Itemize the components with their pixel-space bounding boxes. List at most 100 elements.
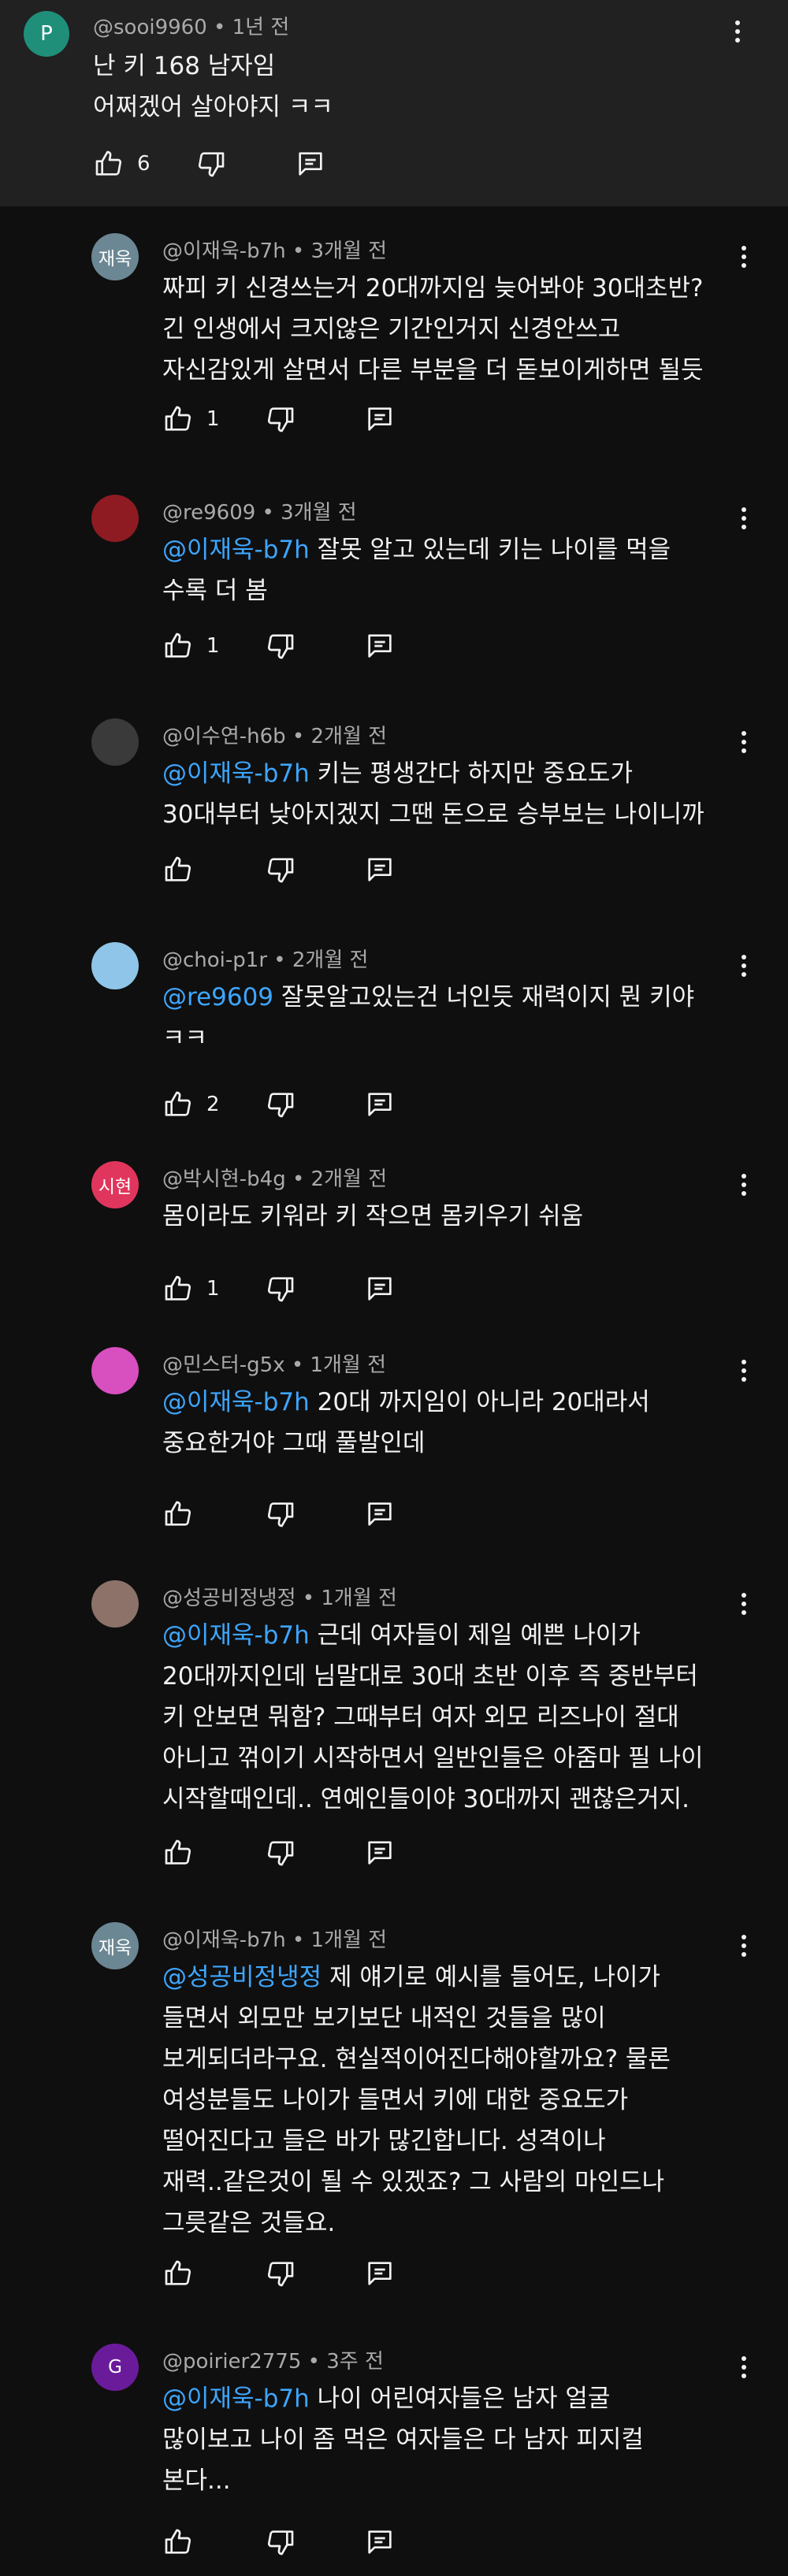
like-button[interactable] <box>162 2525 194 2559</box>
dislike-button[interactable] <box>265 629 296 663</box>
mention-link[interactable]: @성공비정냉정 <box>162 1963 322 1991</box>
like-button[interactable]: 6 <box>93 147 151 181</box>
comment-author-meta[interactable]: @re9609 • 3개월 전 <box>162 496 357 525</box>
mention-link[interactable]: @이재욱-b7h <box>162 1621 310 1650</box>
avatar[interactable]: 재욱 <box>91 233 139 280</box>
mention-link[interactable]: @이재욱-b7h <box>162 536 310 564</box>
more-vert-icon[interactable] <box>738 241 750 273</box>
like-count: 2 <box>206 1093 220 1116</box>
comment-line: 보게되더라구요. 현실적이어진다해야할까요? 물론 <box>162 2039 745 2080</box>
like-button[interactable] <box>162 852 194 887</box>
more-vert-icon[interactable] <box>738 1169 750 1201</box>
comment-author-meta[interactable]: @이수연-h6b • 2개월 전 <box>162 720 387 749</box>
comment-author-meta[interactable]: @sooi9960 • 1년 전 <box>93 11 289 40</box>
like-button[interactable]: 1 <box>162 402 220 436</box>
comment-line-text: 키는 평생간다 하지만 중요도가 <box>309 759 633 788</box>
comment-line: ㅋㅋ <box>162 1018 745 1059</box>
thumbs-up-icon <box>165 633 191 658</box>
comment-line-text: 본다... <box>162 2467 231 2495</box>
more-vert-icon[interactable] <box>738 950 750 982</box>
comment-line-text: 근데 여자들이 제일 예쁜 나이가 <box>309 1621 641 1650</box>
reply-button[interactable] <box>364 1087 396 1122</box>
comment-line: 어쩌겠어 살아야지 ㅋㅋ <box>93 93 333 121</box>
comment-line: 본다... <box>162 2460 745 2501</box>
comment-line-text: 떨어진다고 들은 바가 많긴합니다. 성격이나 <box>162 2127 606 2155</box>
avatar[interactable] <box>91 942 139 989</box>
thumbs-down-icon <box>267 407 294 432</box>
reply-button[interactable] <box>364 1497 396 1531</box>
comment-line: @이재욱-b7h 나이 어린여자들은 남자 얼굴 <box>162 2378 745 2419</box>
comment-author-meta[interactable]: @choi-p1r • 2개월 전 <box>162 944 368 973</box>
more-vert-icon[interactable] <box>738 503 750 534</box>
comment-line: 짜피 키 신경쓰는거 20대까지임 늦어봐야 30대초반? <box>162 268 745 309</box>
thumbs-down-icon <box>267 1093 294 1118</box>
reply-button[interactable] <box>364 1835 396 1870</box>
avatar[interactable] <box>91 718 139 766</box>
reply-button[interactable] <box>364 1271 396 1306</box>
avatar[interactable]: 시현 <box>91 1161 139 1208</box>
comment-author-meta[interactable]: @이재욱-b7h • 3개월 전 <box>162 235 387 264</box>
like-button[interactable] <box>162 1835 194 1870</box>
comment-line-text: 재력..같은것이 될 수 있겠죠? 그 사람의 마인드나 <box>162 2168 665 2196</box>
comment-author-meta[interactable]: @poirier2775 • 3주 전 <box>162 2345 384 2374</box>
dislike-button[interactable] <box>265 1835 296 1870</box>
dislike-button[interactable] <box>195 147 227 181</box>
comment-line: 20대까지인데 님말대로 30대 초반 이후 즉 중반부터 <box>162 1656 745 1697</box>
avatar[interactable]: 재욱 <box>91 1922 139 1969</box>
more-vert-icon[interactable] <box>738 1588 750 1620</box>
dislike-button[interactable] <box>265 1087 296 1122</box>
comment-line-text: 수록 더 봄 <box>162 577 268 605</box>
comment-line: 긴 인생에서 크지않은 기간인거지 신경안쓰고 <box>162 309 745 350</box>
avatar[interactable] <box>91 1580 139 1628</box>
avatar[interactable] <box>91 495 139 542</box>
reply-button[interactable] <box>364 852 396 887</box>
dislike-button[interactable] <box>265 2525 296 2559</box>
like-button[interactable]: 2 <box>162 1087 220 1122</box>
comment-line: 시작할때인데.. 연예인들이야 30대까지 괜찮은거지. <box>162 1779 745 1820</box>
dislike-button[interactable] <box>265 2256 296 2291</box>
avatar[interactable]: G <box>91 2344 139 2391</box>
comment-line: @이재욱-b7h 20대 까지임이 아니라 20대라서 <box>162 1382 745 1423</box>
comment-author-meta[interactable]: @이재욱-b7h • 1개월 전 <box>162 1924 387 1953</box>
like-button[interactable]: 1 <box>162 629 220 663</box>
comment-author-meta[interactable]: @민스터-g5x • 1개월 전 <box>162 1349 386 1378</box>
reply-button[interactable] <box>364 402 396 436</box>
comment-line: 자신감있게 살면서 다른 부분을 더 돋보이게하면 될듯 <box>162 350 745 391</box>
comment-line: 그릇같은 것들요. <box>162 2203 745 2244</box>
avatar[interactable]: P <box>24 11 69 57</box>
avatar-text: 재욱 <box>98 1938 132 1958</box>
comment-line: 난 키 168 남자임 <box>93 52 276 80</box>
more-vert-icon[interactable] <box>731 16 744 47</box>
dislike-button[interactable] <box>265 852 296 887</box>
like-button[interactable] <box>162 1497 194 1531</box>
more-vert-icon[interactable] <box>738 2351 750 2383</box>
like-button[interactable] <box>162 2256 194 2291</box>
reply-button[interactable] <box>295 147 326 181</box>
more-vert-icon[interactable] <box>738 1930 750 1962</box>
mention-link[interactable]: @re9609 <box>162 983 273 1011</box>
reply-button[interactable] <box>364 2525 396 2559</box>
comment-line-text: ㅋㅋ <box>162 1024 208 1052</box>
avatar[interactable] <box>91 1347 139 1394</box>
mention-link[interactable]: @이재욱-b7h <box>162 2385 310 2413</box>
comment-author-meta[interactable]: @성공비정냉정 • 1개월 전 <box>162 1582 397 1611</box>
mention-link[interactable]: @이재욱-b7h <box>162 759 310 788</box>
comment-text: @re9609 잘못알고있는건 너인듯 재력이지 뭔 키야 ㅋㅋ <box>162 977 745 1059</box>
like-button[interactable]: 1 <box>162 1271 220 1306</box>
comment-text: @이재욱-b7h 근데 여자들이 제일 예쁜 나이가 20대까지인데 님말대로 3… <box>162 1615 745 1820</box>
comment-line: 중요한거야 그때 풀발인데 <box>162 1423 745 1464</box>
thumbs-down-icon <box>267 1502 294 1527</box>
comment-line-text: 제 얘기로 예시를 들어도, 나이가 <box>322 1963 661 1991</box>
dislike-button[interactable] <box>265 1497 296 1531</box>
reply-comment-icon <box>368 1277 392 1301</box>
more-vert-icon[interactable] <box>738 1355 750 1386</box>
reply-button[interactable] <box>364 629 396 663</box>
dislike-button[interactable] <box>265 1271 296 1306</box>
comment-author-meta[interactable]: @박시현-b4g • 2개월 전 <box>162 1163 387 1192</box>
thumbs-down-icon <box>267 1841 294 1866</box>
reply-button[interactable] <box>364 2256 396 2291</box>
mention-link[interactable]: @이재욱-b7h <box>162 1388 310 1416</box>
more-vert-icon[interactable] <box>738 726 750 758</box>
comment-text: 난 키 168 남자임 어쩌겠어 살아야지 ㅋㅋ <box>93 46 739 128</box>
dislike-button[interactable] <box>265 402 296 436</box>
